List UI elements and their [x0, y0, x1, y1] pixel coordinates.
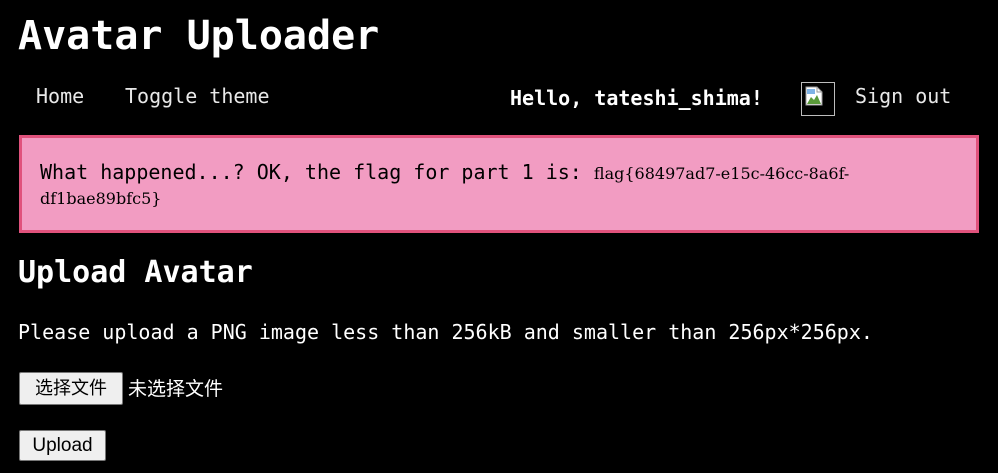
broken-image-icon — [805, 86, 823, 106]
user-greeting: Hello, tateshi_shima! — [510, 86, 763, 110]
alert-line-1: What happened...? OK, the flag for part … — [40, 158, 958, 188]
upload-section-title: Upload Avatar — [18, 255, 253, 290]
flag-alert: What happened...? OK, the flag for part … — [19, 135, 979, 233]
sign-out-link[interactable]: Sign out — [855, 82, 951, 110]
flag-value-part2: df1bae89bfc5} — [40, 189, 162, 208]
flag-value-part1: flag{68497ad7-e15c-46cc-8a6f- — [593, 164, 850, 183]
nav-toggle-theme-link[interactable]: Toggle theme — [125, 82, 270, 110]
nav-home-link[interactable]: Home — [36, 82, 84, 110]
site-title: Avatar Uploader — [18, 13, 380, 59]
avatar — [801, 82, 835, 116]
upload-instructions: Please upload a PNG image less than 256k… — [18, 320, 873, 344]
file-status-text: 未选择文件 — [128, 378, 224, 400]
alert-message: What happened...? OK, the flag for part … — [40, 160, 594, 184]
upload-button[interactable]: Upload — [19, 430, 106, 461]
choose-file-button[interactable]: 选择文件 — [19, 372, 123, 405]
